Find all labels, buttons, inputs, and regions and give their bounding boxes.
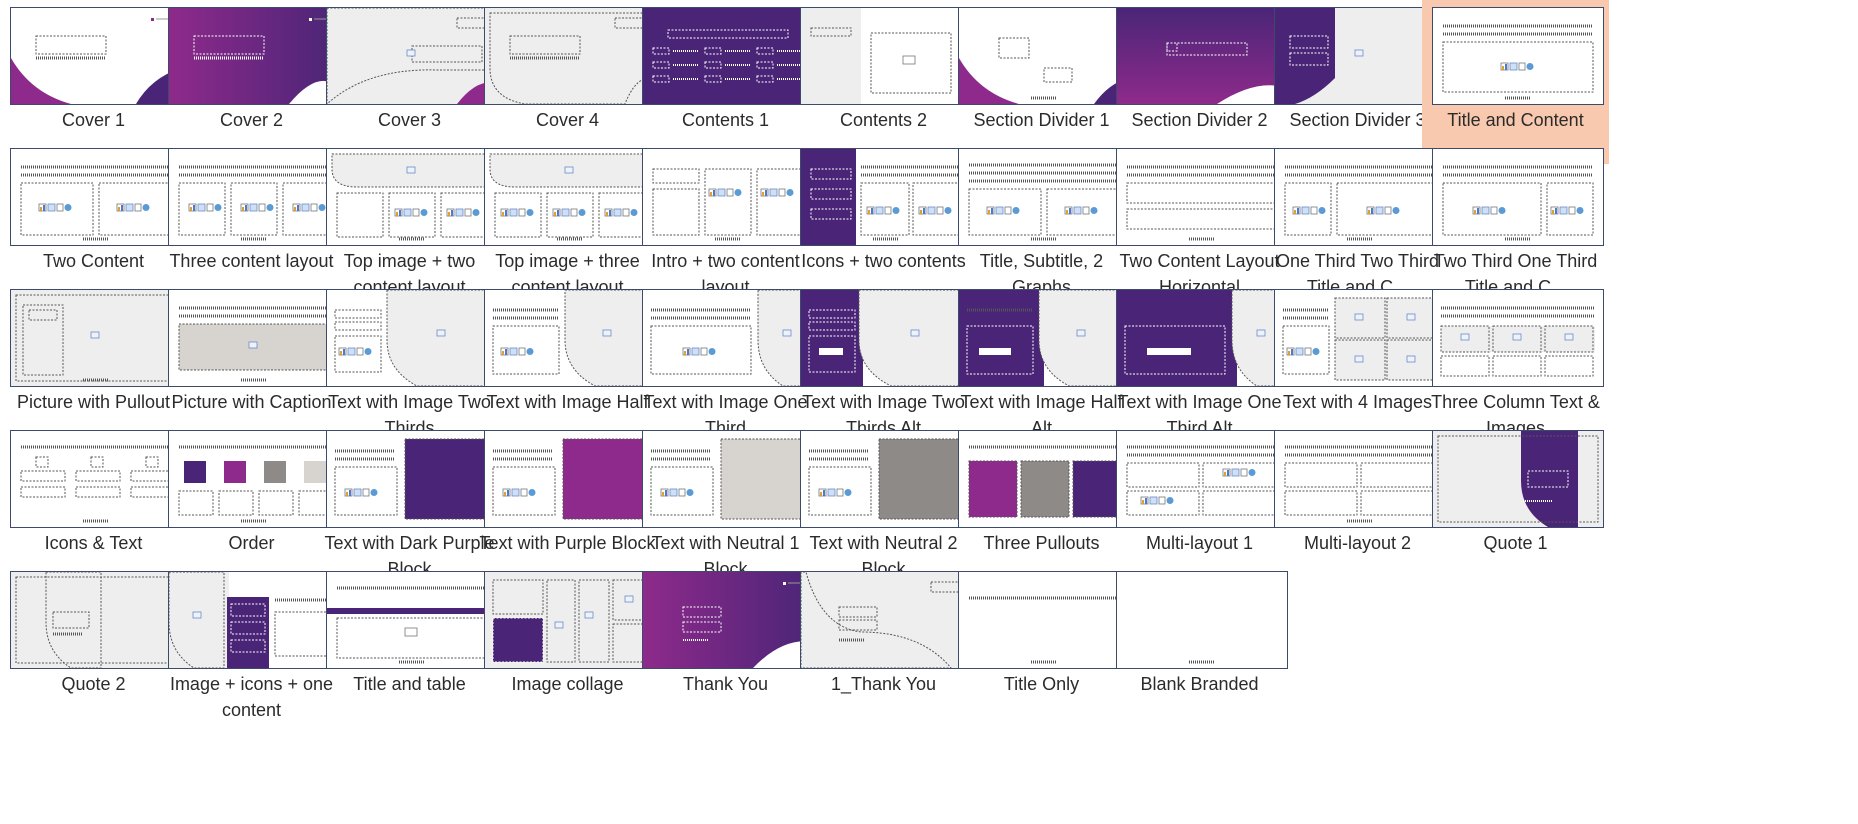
one-third-two-third-thumbnail-icon — [1274, 148, 1446, 246]
title-table-thumbnail-icon — [326, 571, 498, 669]
text-image-one-third-alt-thumbnail-icon — [1116, 289, 1288, 387]
text-image-half-thumbnail-icon — [484, 289, 656, 387]
layout-item[interactable]: Title and Content — [1422, 0, 1609, 164]
contents-2-thumbnail-icon — [800, 7, 972, 105]
thank-you-alt-thumbnail-icon — [800, 571, 972, 669]
layout-label: Title and Content — [1447, 110, 1584, 130]
three-content-thumbnail-icon — [168, 148, 340, 246]
section-divider-2-thumbnail-icon — [1116, 7, 1288, 105]
icons-text-thumbnail-icon — [10, 430, 182, 528]
image-icons-one-content-thumbnail-icon — [168, 571, 340, 669]
title-only-thumbnail-icon — [958, 571, 1130, 669]
text-image-half-alt-thumbnail-icon — [958, 289, 1130, 387]
layout-label: Blank Branded — [1140, 674, 1259, 694]
contents-1-thumbnail-icon — [642, 7, 814, 105]
cover-4-thumbnail-icon — [484, 7, 656, 105]
section-divider-3-thumbnail-icon — [1274, 7, 1446, 105]
neutral-1-block-thumbnail-icon — [642, 430, 814, 528]
layout-item[interactable]: Three Column Text & Images — [1422, 282, 1609, 446]
multi-layout-2-thumbnail-icon — [1274, 430, 1446, 528]
two-content-thumbnail-icon — [10, 148, 182, 246]
two-third-one-third-thumbnail-icon — [1432, 148, 1604, 246]
text-image-two-thirds-alt-thumbnail-icon — [800, 289, 972, 387]
top-image-three-content-thumbnail-icon — [484, 148, 656, 246]
two-content-horizontal-thumbnail-icon — [1116, 148, 1288, 246]
icons-two-contents-thumbnail-icon — [800, 148, 972, 246]
layout-label: Quote 1 — [1483, 533, 1548, 553]
cover-1-thumbnail-icon — [10, 7, 182, 105]
order-thumbnail-icon — [168, 430, 340, 528]
text-four-images-thumbnail-icon — [1274, 289, 1446, 387]
thank-you-thumbnail-icon — [642, 571, 814, 669]
top-image-two-content-thumbnail-icon — [326, 148, 498, 246]
text-image-two-thirds-thumbnail-icon — [326, 289, 498, 387]
layout-item[interactable]: Quote 1 — [1422, 423, 1609, 587]
quote-2-thumbnail-icon — [10, 571, 182, 669]
layout-item[interactable]: Blank Branded — [1106, 564, 1293, 728]
section-divider-1-thumbnail-icon — [958, 7, 1130, 105]
three-pullouts-thumbnail-icon — [958, 430, 1130, 528]
text-image-one-third-thumbnail-icon — [642, 289, 814, 387]
intro-two-content-thumbnail-icon — [642, 148, 814, 246]
image-collage-thumbnail-icon — [484, 571, 656, 669]
purple-block-thumbnail-icon — [484, 430, 656, 528]
cover-2-thumbnail-icon — [168, 7, 340, 105]
multi-layout-1-thumbnail-icon — [1116, 430, 1288, 528]
blank-branded-thumbnail-icon — [1116, 571, 1288, 669]
picture-caption-thumbnail-icon — [168, 289, 340, 387]
quote-1-thumbnail-icon — [1432, 430, 1604, 528]
cover-3-thumbnail-icon — [326, 7, 498, 105]
dark-purple-block-thumbnail-icon — [326, 430, 498, 528]
three-column-text-images-thumbnail-icon — [1432, 289, 1604, 387]
picture-pullout-thumbnail-icon — [10, 289, 182, 387]
layout-item[interactable]: Two Third One Third Title and C... — [1422, 141, 1609, 305]
neutral-2-block-thumbnail-icon — [800, 430, 972, 528]
title-subtitle-graphs-thumbnail-icon — [958, 148, 1130, 246]
title-and-content-thumbnail-icon — [1432, 7, 1604, 105]
